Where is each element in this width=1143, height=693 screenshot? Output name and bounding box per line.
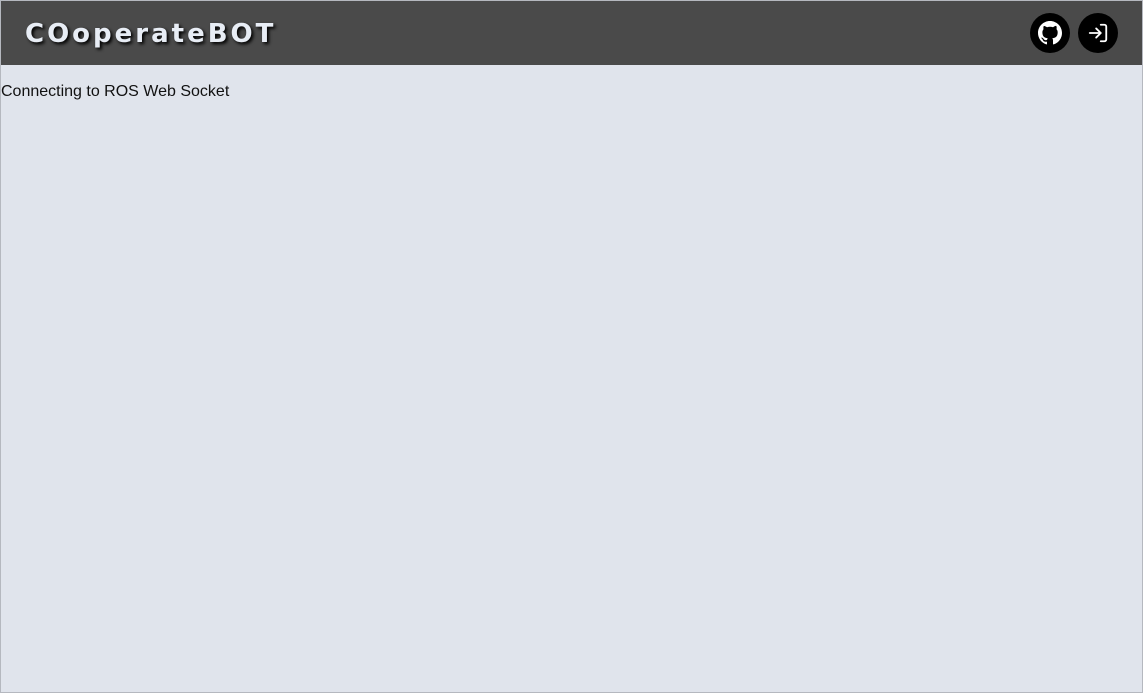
app-frame: COoperateBOT Connecting to ROS Web Socke… (0, 0, 1143, 693)
github-icon (1038, 21, 1062, 45)
login-icon (1088, 23, 1108, 43)
brand-title[interactable]: COoperateBOT (25, 17, 276, 51)
login-button[interactable] (1078, 13, 1118, 53)
top-navbar: COoperateBOT (1, 1, 1142, 65)
github-button[interactable] (1030, 13, 1070, 53)
connection-status-text: Connecting to ROS Web Socket (1, 83, 230, 100)
